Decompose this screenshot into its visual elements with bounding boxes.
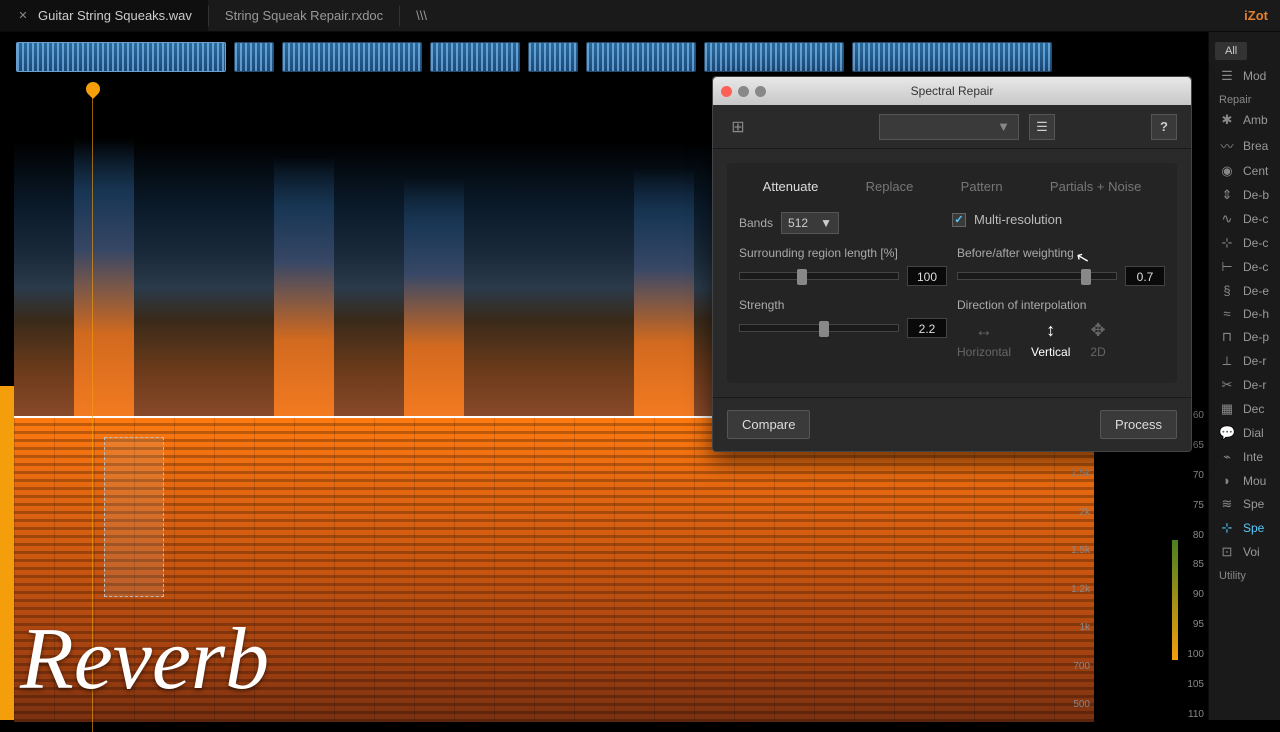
bands-select[interactable]: 512 ▼ [781, 212, 839, 234]
sidebar-item[interactable]: ◉Cent [1209, 159, 1280, 183]
tab-replace[interactable]: Replace [858, 175, 922, 198]
sidebar-item[interactable]: ⌁Inte [1209, 445, 1280, 469]
sidebar-item[interactable]: 💬Dial [1209, 421, 1280, 445]
sidebar-item[interactable]: ▦Dec [1209, 397, 1280, 421]
compare-button[interactable]: Compare [727, 410, 810, 439]
preset-list-icon[interactable]: ☰ [1029, 114, 1055, 140]
waveform-clip[interactable] [704, 42, 844, 72]
brand-label: iZot [1244, 8, 1268, 23]
move-icon: ✥ [1091, 320, 1106, 341]
tab-label: String Squeak Repair.rxdoc [225, 8, 383, 23]
tab-attenuate[interactable]: Attenuate [755, 175, 827, 198]
before-after-label: Before/after weighting [957, 246, 1165, 260]
direction-horizontal[interactable]: ↔Horizontal [957, 320, 1011, 359]
sidebar-item[interactable]: §De-e [1209, 279, 1280, 302]
filter-all[interactable]: All [1215, 42, 1247, 60]
dialog-title: Spectral Repair [911, 84, 994, 98]
sidebar-module[interactable]: ☰Mod [1209, 64, 1280, 88]
section-utility: Utility [1209, 564, 1280, 584]
dialog-toolbar: ⊞ ▼ ☰ ? [713, 105, 1191, 149]
strength-label: Strength [739, 298, 947, 312]
traffic-min-icon[interactable] [738, 86, 749, 97]
waveform-clip[interactable] [16, 42, 226, 72]
bands-label: Bands [739, 216, 773, 230]
sidebar-item[interactable]: ◗Mou [1209, 469, 1280, 492]
tab-more[interactable]: \\\ [400, 0, 443, 31]
tab-pattern[interactable]: Pattern [953, 175, 1011, 198]
waveform-clip[interactable] [234, 42, 274, 72]
spectral-repair-dialog: Spectral Repair ⊞ ▼ ☰ ? Attenuate Replac… [712, 76, 1192, 452]
sidebar-item[interactable]: ∿De-c [1209, 207, 1280, 231]
sidebar-item[interactable]: 〰Brea [1209, 132, 1280, 159]
tab-partials[interactable]: Partials + Noise [1042, 175, 1149, 198]
before-after-slider[interactable] [957, 272, 1117, 280]
waveform-clip[interactable] [852, 42, 1052, 72]
preset-select[interactable]: ▼ [879, 114, 1019, 140]
close-icon[interactable]: ✕ [16, 9, 30, 23]
mode-tabs: Attenuate Replace Pattern Partials + Noi… [739, 175, 1165, 198]
traffic-max-icon[interactable] [755, 86, 766, 97]
process-button[interactable]: Process [1100, 410, 1177, 439]
tab-more-icon: \\\ [416, 8, 427, 23]
level-meter [1172, 540, 1178, 660]
tab-bar: ✕ Guitar String Squeaks.wav String Squea… [0, 0, 1280, 32]
sidebar-item[interactable]: ≋Spe [1209, 492, 1280, 516]
sidebar-item[interactable]: ✂De-r [1209, 373, 1280, 397]
waveform-clip[interactable] [586, 42, 696, 72]
sidebar-item-spectral[interactable]: ⊹Spe [1209, 516, 1280, 540]
sidebar-item[interactable]: ⊓De-p [1209, 325, 1280, 349]
strength-slider[interactable] [739, 324, 899, 332]
tab-file-2[interactable]: String Squeak Repair.rxdoc [209, 0, 399, 31]
waveform-clip[interactable] [430, 42, 520, 72]
horizontal-icon: ↔ [975, 320, 993, 341]
sidebar-item[interactable]: ≈De-h [1209, 302, 1280, 325]
waveform-overview[interactable] [14, 37, 1094, 77]
section-repair: Repair [1209, 88, 1280, 108]
multi-resolution-checkbox[interactable]: ✓ Multi-resolution [952, 212, 1165, 227]
dialog-titlebar[interactable]: Spectral Repair [713, 77, 1191, 105]
surround-slider[interactable] [739, 272, 899, 280]
surround-label: Surrounding region length [%] [739, 246, 947, 260]
direction-label: Direction of interpolation [957, 298, 1165, 312]
vertical-icon: ↕ [1046, 320, 1055, 341]
check-icon: ✓ [952, 213, 966, 227]
sidebar-item[interactable]: ⊹De-c [1209, 231, 1280, 255]
traffic-close-icon[interactable] [721, 86, 732, 97]
surround-value[interactable]: 100 [907, 266, 947, 286]
strength-value[interactable]: 2.2 [907, 318, 947, 338]
waveform-clip[interactable] [282, 42, 422, 72]
tab-file-1[interactable]: ✕ Guitar String Squeaks.wav [0, 0, 208, 31]
direction-2d[interactable]: ✥2D [1090, 320, 1105, 359]
selection-bar [0, 386, 14, 720]
chevron-down-icon: ▼ [997, 119, 1010, 134]
module-sidebar: All ☰Mod Repair ✱Amb 〰Brea ◉Cent ⇕De-b ∿… [1208, 32, 1280, 720]
learn-icon[interactable]: ⊞ [727, 116, 749, 138]
before-after-value[interactable]: 0.7 [1125, 266, 1165, 286]
db-scale: 6065707580859095100105110 [1178, 410, 1208, 720]
tab-label: Guitar String Squeaks.wav [38, 8, 192, 23]
reverb-logo: Reverb [20, 609, 269, 710]
sidebar-item[interactable]: ⟂De-r [1209, 349, 1280, 373]
direction-vertical[interactable]: ↕Vertical [1031, 320, 1070, 359]
sidebar-item[interactable]: ⇕De-b [1209, 183, 1280, 207]
sidebar-item[interactable]: ⊡Voi [1209, 540, 1280, 564]
chevron-down-icon: ▼ [820, 216, 832, 230]
sidebar-item[interactable]: ✱Amb [1209, 108, 1280, 132]
waveform-clip[interactable] [528, 42, 578, 72]
menu-icon: ☰ [1219, 68, 1235, 84]
sidebar-item[interactable]: ⊢De-c [1209, 255, 1280, 279]
help-button[interactable]: ? [1151, 114, 1177, 140]
frequency-scale: 3k2.5k2k1.5k1.2k1k700500 [1059, 418, 1094, 722]
selection-box[interactable] [104, 437, 164, 597]
